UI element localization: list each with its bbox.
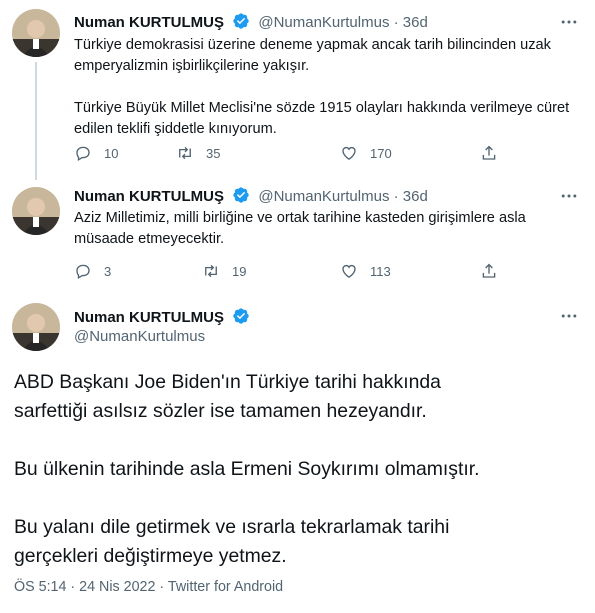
tweet-line: Aziz Milletimiz, milli birliğine ve orta… (74, 210, 526, 226)
tweet-text: Türkiye demokrasisi üzerine deneme yapma… (74, 35, 574, 140)
author-handle[interactable]: @NumanKurtulmus (258, 188, 389, 205)
share-button[interactable] (480, 261, 498, 281)
tweet-meta[interactable]: ÖS 5:14 · 24 Nis 2022 · Twitter for Andr… (14, 579, 283, 595)
tweet-time[interactable]: 36d (403, 188, 428, 205)
reply-button[interactable]: 10 (74, 143, 118, 163)
separator: · (393, 14, 399, 31)
retweet-count: 19 (232, 263, 247, 279)
reply-count: 3 (104, 263, 112, 279)
verified-badge-icon (233, 13, 249, 29)
retweet-icon (179, 146, 191, 160)
tweet-line: Bu yalanı dile getirmek ve ısrarla tekra… (14, 516, 450, 538)
avatar[interactable] (12, 187, 60, 235)
tweet-line: edilen teklifi şiddetle kınıyorum. (74, 121, 277, 137)
tweet-actions: 3 19 113 (74, 261, 504, 281)
main-tweet: Numan KURTULMUŞ @NumanKurtulmus ABD Başk… (0, 294, 595, 613)
avatar-photo (12, 303, 60, 351)
tweet-2[interactable]: Numan KURTULMUŞ @NumanKurtulmus · 36d Az… (0, 180, 595, 294)
avatar-photo (12, 9, 60, 57)
heart-icon (342, 264, 356, 278)
like-count: 113 (370, 263, 391, 279)
heart-icon (342, 146, 356, 160)
tweet-actions: 10 35 170 (74, 143, 504, 163)
tweet-text: Aziz Milletimiz, milli birliğine ve orta… (74, 208, 574, 250)
retweet-button[interactable]: 35 (176, 143, 220, 163)
author-handle[interactable]: @NumanKurtulmus (74, 328, 205, 345)
tweet-line: Bu ülkenin tarihinde asla Ermeni Soykırı… (14, 458, 480, 480)
reply-count: 10 (104, 145, 119, 161)
tweet-line: ABD Başkanı Joe Biden'ın Türkiye tarihi … (14, 371, 441, 393)
verified-badge-icon (233, 308, 249, 324)
tweet-header: Numan KURTULMUŞ @NumanKurtulmus · 36d (74, 12, 428, 32)
tweet-line: gerçekleri değiştirmeye yetmez. (14, 545, 287, 567)
avatar-photo (12, 187, 60, 235)
more-icon[interactable] (559, 12, 579, 32)
reply-icon (76, 146, 90, 162)
reply-button[interactable]: 3 (74, 261, 111, 281)
reply-icon (76, 264, 90, 280)
share-button[interactable] (480, 143, 498, 163)
author-name[interactable]: Numan KURTULMUŞ (74, 14, 224, 31)
retweet-button[interactable]: 19 (202, 261, 246, 281)
verified-badge-icon (233, 187, 249, 203)
tweet-line: Türkiye demokrasisi üzerine deneme yapma… (74, 37, 551, 53)
like-count: 170 (370, 145, 392, 161)
author-name-row: Numan KURTULMUŞ (74, 307, 254, 326)
main-tweet-text: ABD Başkanı Joe Biden'ın Türkiye tarihi … (14, 368, 584, 571)
separator: · (393, 188, 399, 205)
tweet-1[interactable]: Numan KURTULMUŞ @NumanKurtulmus · 36d Tü… (0, 0, 595, 180)
tweet-header: Numan KURTULMUŞ @NumanKurtulmus · 36d (74, 186, 428, 206)
more-icon[interactable] (559, 186, 579, 206)
author-handle[interactable]: @NumanKurtulmus (258, 14, 389, 31)
tweet-line: sarfettiği asılsız sözler ise tamamen he… (14, 400, 427, 422)
tweet-line: Türkiye Büyük Millet Meclisi'ne sözde 19… (74, 100, 570, 116)
tweet-line: müsaade etmeyecektir. (74, 231, 225, 247)
like-button[interactable]: 113 (340, 261, 391, 281)
thread-line (35, 62, 37, 180)
retweet-count: 35 (206, 145, 221, 161)
like-button[interactable]: 170 (340, 143, 392, 163)
avatar[interactable] (12, 9, 60, 57)
share-icon (482, 263, 496, 278)
retweet-icon (205, 264, 217, 278)
more-icon[interactable] (559, 306, 579, 326)
tweet-time[interactable]: 36d (403, 14, 428, 31)
tweet-line: emperyalizmin işbirlikçilerine yakışır. (74, 58, 310, 74)
author-name[interactable]: Numan KURTULMUŞ (74, 188, 224, 205)
share-icon (482, 145, 496, 160)
author-name[interactable]: Numan KURTULMUŞ (74, 309, 224, 326)
avatar[interactable] (12, 303, 60, 351)
